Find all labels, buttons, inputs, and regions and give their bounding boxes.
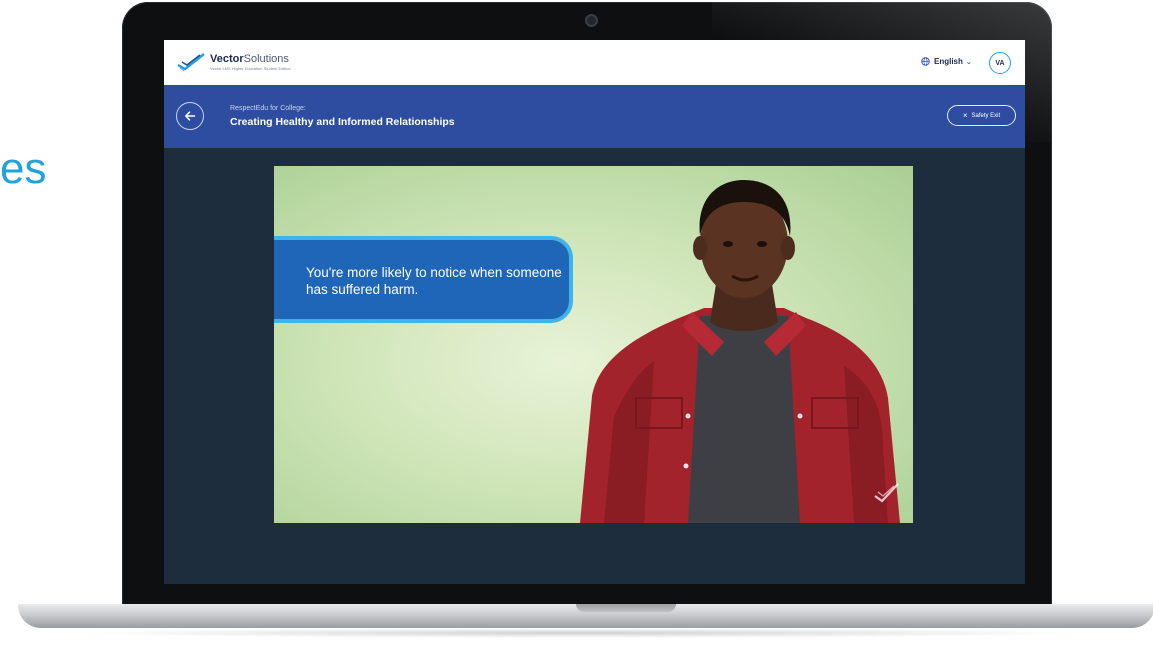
caption-bubble: You're more likely to notice when someon… — [274, 236, 573, 323]
stage: es VectorSolutions Vector LMS Higher Edu… — [0, 0, 1153, 649]
back-button[interactable] — [176, 102, 204, 130]
logo-name-light: Solutions — [243, 53, 289, 65]
logo-text: VectorSolutions Vector LMS Higher Educat… — [210, 53, 291, 71]
arrow-left-icon — [185, 111, 196, 121]
safety-exit-button[interactable]: × Safety Exit — [947, 105, 1016, 126]
close-icon: × — [962, 111, 968, 120]
vector-solutions-logo-icon — [177, 53, 205, 72]
globe-icon — [921, 57, 930, 66]
language-selector[interactable]: English ⌄ — [921, 57, 972, 66]
laptop-base-notch — [576, 604, 676, 612]
chevron-down-icon: ⌄ — [965, 58, 972, 66]
laptop-screen: VectorSolutions Vector LMS Higher Educat… — [164, 40, 1025, 584]
user-avatar[interactable]: VA — [989, 52, 1011, 74]
partial-headline: es — [0, 144, 47, 193]
course-title: Creating Healthy and Informed Relationsh… — [230, 116, 455, 128]
logo-subtitle: Vector LMS Higher Education Student Edit… — [210, 66, 291, 71]
laptop-lid: VectorSolutions Vector LMS Higher Educat… — [122, 2, 1052, 610]
presenter-image — [580, 180, 900, 523]
laptop-shadow — [70, 628, 1090, 638]
language-label: English — [934, 57, 963, 66]
video-player[interactable]: You're more likely to notice when someon… — [274, 166, 913, 523]
course-header: RespectEdu for College: Creating Healthy… — [164, 85, 1025, 148]
vector-solutions-logo[interactable]: VectorSolutions Vector LMS Higher Educat… — [176, 51, 291, 73]
logo-name-bold: Vector — [210, 53, 244, 65]
logo-name: VectorSolutions — [210, 53, 291, 65]
watermark-logo-icon — [874, 483, 899, 503]
course-subtitle: RespectEdu for College: — [230, 105, 306, 112]
safety-exit-label: Safety Exit — [971, 112, 1001, 119]
webcam-icon — [585, 14, 598, 27]
caption-text: You're more likely to notice when someon… — [306, 265, 562, 297]
app-header: VectorSolutions Vector LMS Higher Educat… — [164, 40, 1025, 85]
